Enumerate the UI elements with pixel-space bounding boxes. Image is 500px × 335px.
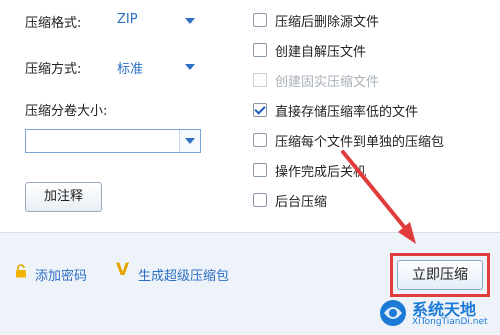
option-solid-archive-label: 创建固实压缩文件	[275, 75, 380, 90]
add-password-link[interactable]: 添加密码	[35, 265, 87, 284]
site-watermark: 系统天地 XiTongTianDi.net	[378, 296, 498, 332]
watermark-url: XiTongTianDi.net	[412, 317, 488, 327]
option-separate-archives-label: 压缩每个文件到单独的压缩包	[275, 135, 445, 150]
checkbox-store-low-ratio[interactable]	[253, 103, 267, 117]
split-size-combobox[interactable]	[25, 129, 201, 153]
checkbox-separate-archives[interactable]	[253, 133, 267, 147]
method-select[interactable]: 标准	[117, 56, 197, 77]
split-size-dropdown-button[interactable]	[179, 130, 200, 152]
checkbox-self-extracting[interactable]	[253, 43, 267, 57]
checkbox-background[interactable]	[253, 193, 267, 207]
checkbox-solid-archive	[253, 73, 267, 87]
super-archive-icon: V	[116, 260, 130, 280]
add-comment-button[interactable]: 加注释	[25, 182, 102, 212]
split-size-label: 压缩分卷大小:	[25, 104, 108, 119]
super-archive-link[interactable]: 生成超级压缩包	[138, 265, 229, 284]
chevron-down-icon	[185, 138, 195, 144]
format-value: ZIP	[117, 12, 138, 27]
option-self-extracting-label: 创建自解压文件	[275, 45, 367, 60]
compress-now-highlight: 立即压缩	[390, 253, 490, 297]
method-label: 压缩方式:	[25, 62, 82, 77]
checkbox-shutdown-after[interactable]	[253, 163, 267, 177]
option-background-label: 后台压缩	[275, 195, 328, 210]
option-shutdown-after-label: 操作完成后关机	[275, 165, 367, 180]
chevron-down-icon	[185, 18, 195, 24]
option-delete-source-label: 压缩后删除源文件	[275, 15, 380, 30]
chevron-down-icon	[185, 64, 195, 70]
checkbox-delete-source[interactable]	[253, 13, 267, 27]
compression-settings-panel: 压缩格式: ZIP 压缩方式: 标准 压缩分卷大小: 加注释 压缩后删除源文件 …	[0, 0, 500, 233]
lock-icon	[16, 264, 26, 278]
option-store-low-ratio-label: 直接存储压缩率低的文件	[275, 105, 419, 120]
watermark-logo-icon	[380, 300, 406, 326]
method-value: 标准	[117, 62, 144, 77]
format-select[interactable]: ZIP	[117, 10, 197, 30]
compress-now-button[interactable]: 立即压缩	[397, 260, 483, 290]
format-label: 压缩格式:	[25, 16, 82, 31]
